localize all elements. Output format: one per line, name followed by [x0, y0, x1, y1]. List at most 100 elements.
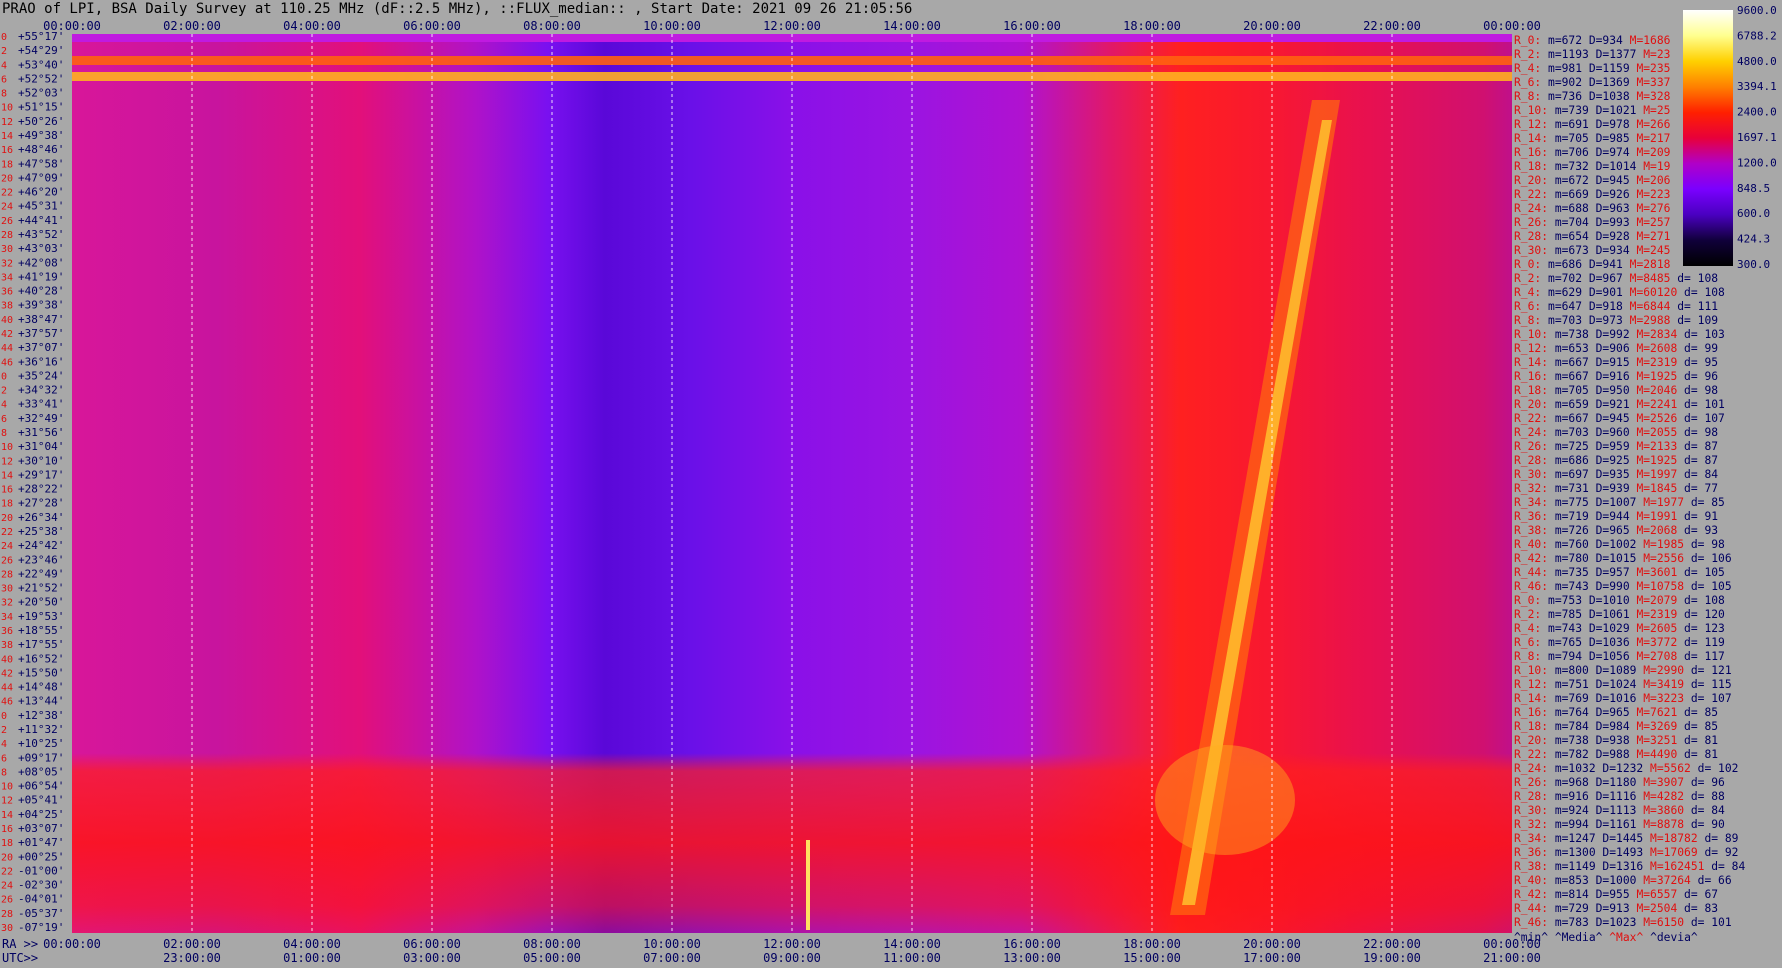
stat-row: R_16: m=764 D=965 M=7621 d= 85 — [1514, 706, 1782, 720]
utc-tick: 07:00:00 — [643, 951, 701, 965]
row-index: 2 — [1, 725, 7, 736]
row-index: 2 — [1, 46, 7, 57]
stat-min-median: m=686 D=941 — [1548, 258, 1630, 271]
stat-label: R_24: — [1514, 202, 1555, 215]
stat-min-median: m=702 D=967 — [1548, 272, 1630, 285]
stat-min-median: m=738 D=992 — [1554, 328, 1637, 341]
dec-tick: +09°17' — [18, 751, 64, 764]
stat-label: R_2: — [1514, 48, 1549, 61]
legend-devia: ^devia^ — [1650, 931, 1698, 944]
dec-tick: +31°56' — [18, 426, 64, 439]
stat-max: M=6557 — [1636, 888, 1678, 901]
stat-row: R_8: m=794 D=1056 M=2708 d= 117 — [1514, 650, 1782, 664]
stat-row: R_8: m=703 D=973 M=2988 d= 109 — [1514, 314, 1782, 328]
dec-tick: +51°15' — [18, 101, 64, 114]
stat-max: M=206 — [1636, 174, 1671, 187]
stat-min-median: m=738 D=938 — [1554, 734, 1637, 747]
row-index: 18 — [1, 159, 13, 170]
stat-max: M=25 — [1643, 104, 1671, 117]
dec-tick: +26°34' — [18, 511, 64, 524]
row-index: 16 — [1, 145, 13, 156]
dec-tick: +37°57' — [18, 327, 64, 340]
stat-max: M=209 — [1636, 146, 1671, 159]
utc-tick: 13:00:00 — [1003, 951, 1061, 965]
stat-row: R_22: m=667 D=945 M=2526 d= 107 — [1514, 412, 1782, 426]
stat-min-median: m=697 D=935 — [1554, 468, 1637, 481]
stat-max: M=2834 — [1636, 328, 1678, 341]
stat-max: M=6844 — [1629, 300, 1671, 313]
row-index: 34 — [1, 612, 13, 623]
stat-max: M=1977 — [1643, 496, 1685, 509]
row-index: 12 — [1, 117, 13, 128]
utc-tick: 03:00:00 — [403, 951, 461, 965]
row-index: 22 — [1, 866, 13, 877]
stat-devia: d= 111 — [1670, 300, 1719, 313]
stat-row: R_6: m=902 D=1369 M=337 — [1514, 76, 1782, 90]
stat-min-median: m=760 D=1002 — [1554, 538, 1644, 551]
stat-row: R_34: m=775 D=1007 M=1977 d= 85 — [1514, 496, 1782, 510]
dec-tick: +06°54' — [18, 780, 64, 793]
stat-devia: d= 87 — [1677, 440, 1719, 453]
stat-row: R_24: m=1032 D=1232 M=5562 d= 102 — [1514, 762, 1782, 776]
stat-max: M=10758 — [1636, 580, 1685, 593]
stat-devia: d= 85 — [1684, 496, 1725, 509]
stat-row: R_28: m=654 D=928 M=271 — [1514, 230, 1782, 244]
top-time-tick: 20:00:00 — [1243, 19, 1301, 33]
stat-label: R_30: — [1514, 468, 1555, 481]
stat-max: M=2319 — [1636, 608, 1678, 621]
stat-devia: d= 101 — [1677, 398, 1725, 411]
stat-min-median: m=667 D=916 — [1554, 370, 1637, 383]
stat-label: R_10: — [1514, 104, 1555, 117]
stat-row: R_14: m=667 D=915 M=2319 d= 95 — [1514, 356, 1782, 370]
ra-tick: 06:00:00 — [403, 937, 461, 951]
stat-devia: d= 117 — [1677, 650, 1725, 663]
dec-tick: +27°28' — [18, 497, 64, 510]
stat-min-median: m=814 D=955 — [1554, 888, 1637, 901]
dec-tick: -04°01' — [18, 893, 64, 906]
top-time-tick: 18:00:00 — [1123, 19, 1181, 33]
stat-row: R_30: m=697 D=935 M=1997 d= 84 — [1514, 468, 1782, 482]
stat-row: R_24: m=688 D=963 M=276 — [1514, 202, 1782, 216]
stat-devia: d= 92 — [1697, 846, 1739, 859]
utc-tick: 11:00:00 — [883, 951, 941, 965]
dec-tick: +17°55' — [18, 638, 64, 651]
stat-row: R_40: m=760 D=1002 M=1985 d= 98 — [1514, 538, 1782, 552]
stat-devia: d= 121 — [1684, 664, 1732, 677]
stat-max: M=3907 — [1643, 776, 1685, 789]
stat-max: M=1991 — [1636, 510, 1678, 523]
dec-tick: +41°19' — [18, 270, 64, 283]
heat-blob — [1155, 745, 1295, 855]
dec-tick: +47°09' — [18, 171, 64, 184]
stat-devia: d= 89 — [1697, 832, 1739, 845]
dec-tick: +22°49' — [18, 567, 64, 580]
stat-label: R_22: — [1514, 748, 1555, 761]
statistics-legend: ^min^ ^Media^ ^Max^ ^devia^ — [1514, 931, 1698, 944]
row-index: 16 — [1, 485, 13, 496]
row-index: 14 — [1, 810, 13, 821]
dec-tick: +30°10' — [18, 454, 64, 467]
stat-devia: d= 90 — [1684, 818, 1725, 831]
stat-row: R_4: m=981 D=1159 M=235 — [1514, 62, 1782, 76]
heat-point-source — [806, 840, 810, 930]
utc-tick: 21:00:00 — [1483, 951, 1541, 965]
stat-devia: d= 105 — [1677, 566, 1725, 579]
stat-label: R_12: — [1514, 678, 1555, 691]
stat-devia: d= 101 — [1684, 916, 1732, 929]
stat-label: R_42: — [1514, 888, 1555, 901]
ra-tick: 14:00:00 — [883, 937, 941, 951]
stat-max: M=2068 — [1636, 524, 1678, 537]
stat-label: R_8: — [1514, 314, 1549, 327]
stat-min-median: m=705 D=985 — [1554, 132, 1637, 145]
stat-row: R_46: m=743 D=990 M=10758 d= 105 — [1514, 580, 1782, 594]
stat-max: M=37264 — [1643, 874, 1691, 887]
stat-max: M=1997 — [1636, 468, 1678, 481]
stat-row: R_30: m=924 D=1113 M=3860 d= 84 — [1514, 804, 1782, 818]
stat-max: M=337 — [1636, 76, 1671, 89]
stat-label: R_26: — [1514, 776, 1555, 789]
row-index: 24 — [1, 541, 13, 552]
stat-row: R_20: m=672 D=945 M=206 — [1514, 174, 1782, 188]
stat-label: R_18: — [1514, 384, 1555, 397]
stat-label: R_8: — [1514, 650, 1549, 663]
stat-row: R_18: m=732 D=1014 M=19 — [1514, 160, 1782, 174]
dec-tick: +03°07' — [18, 822, 64, 835]
